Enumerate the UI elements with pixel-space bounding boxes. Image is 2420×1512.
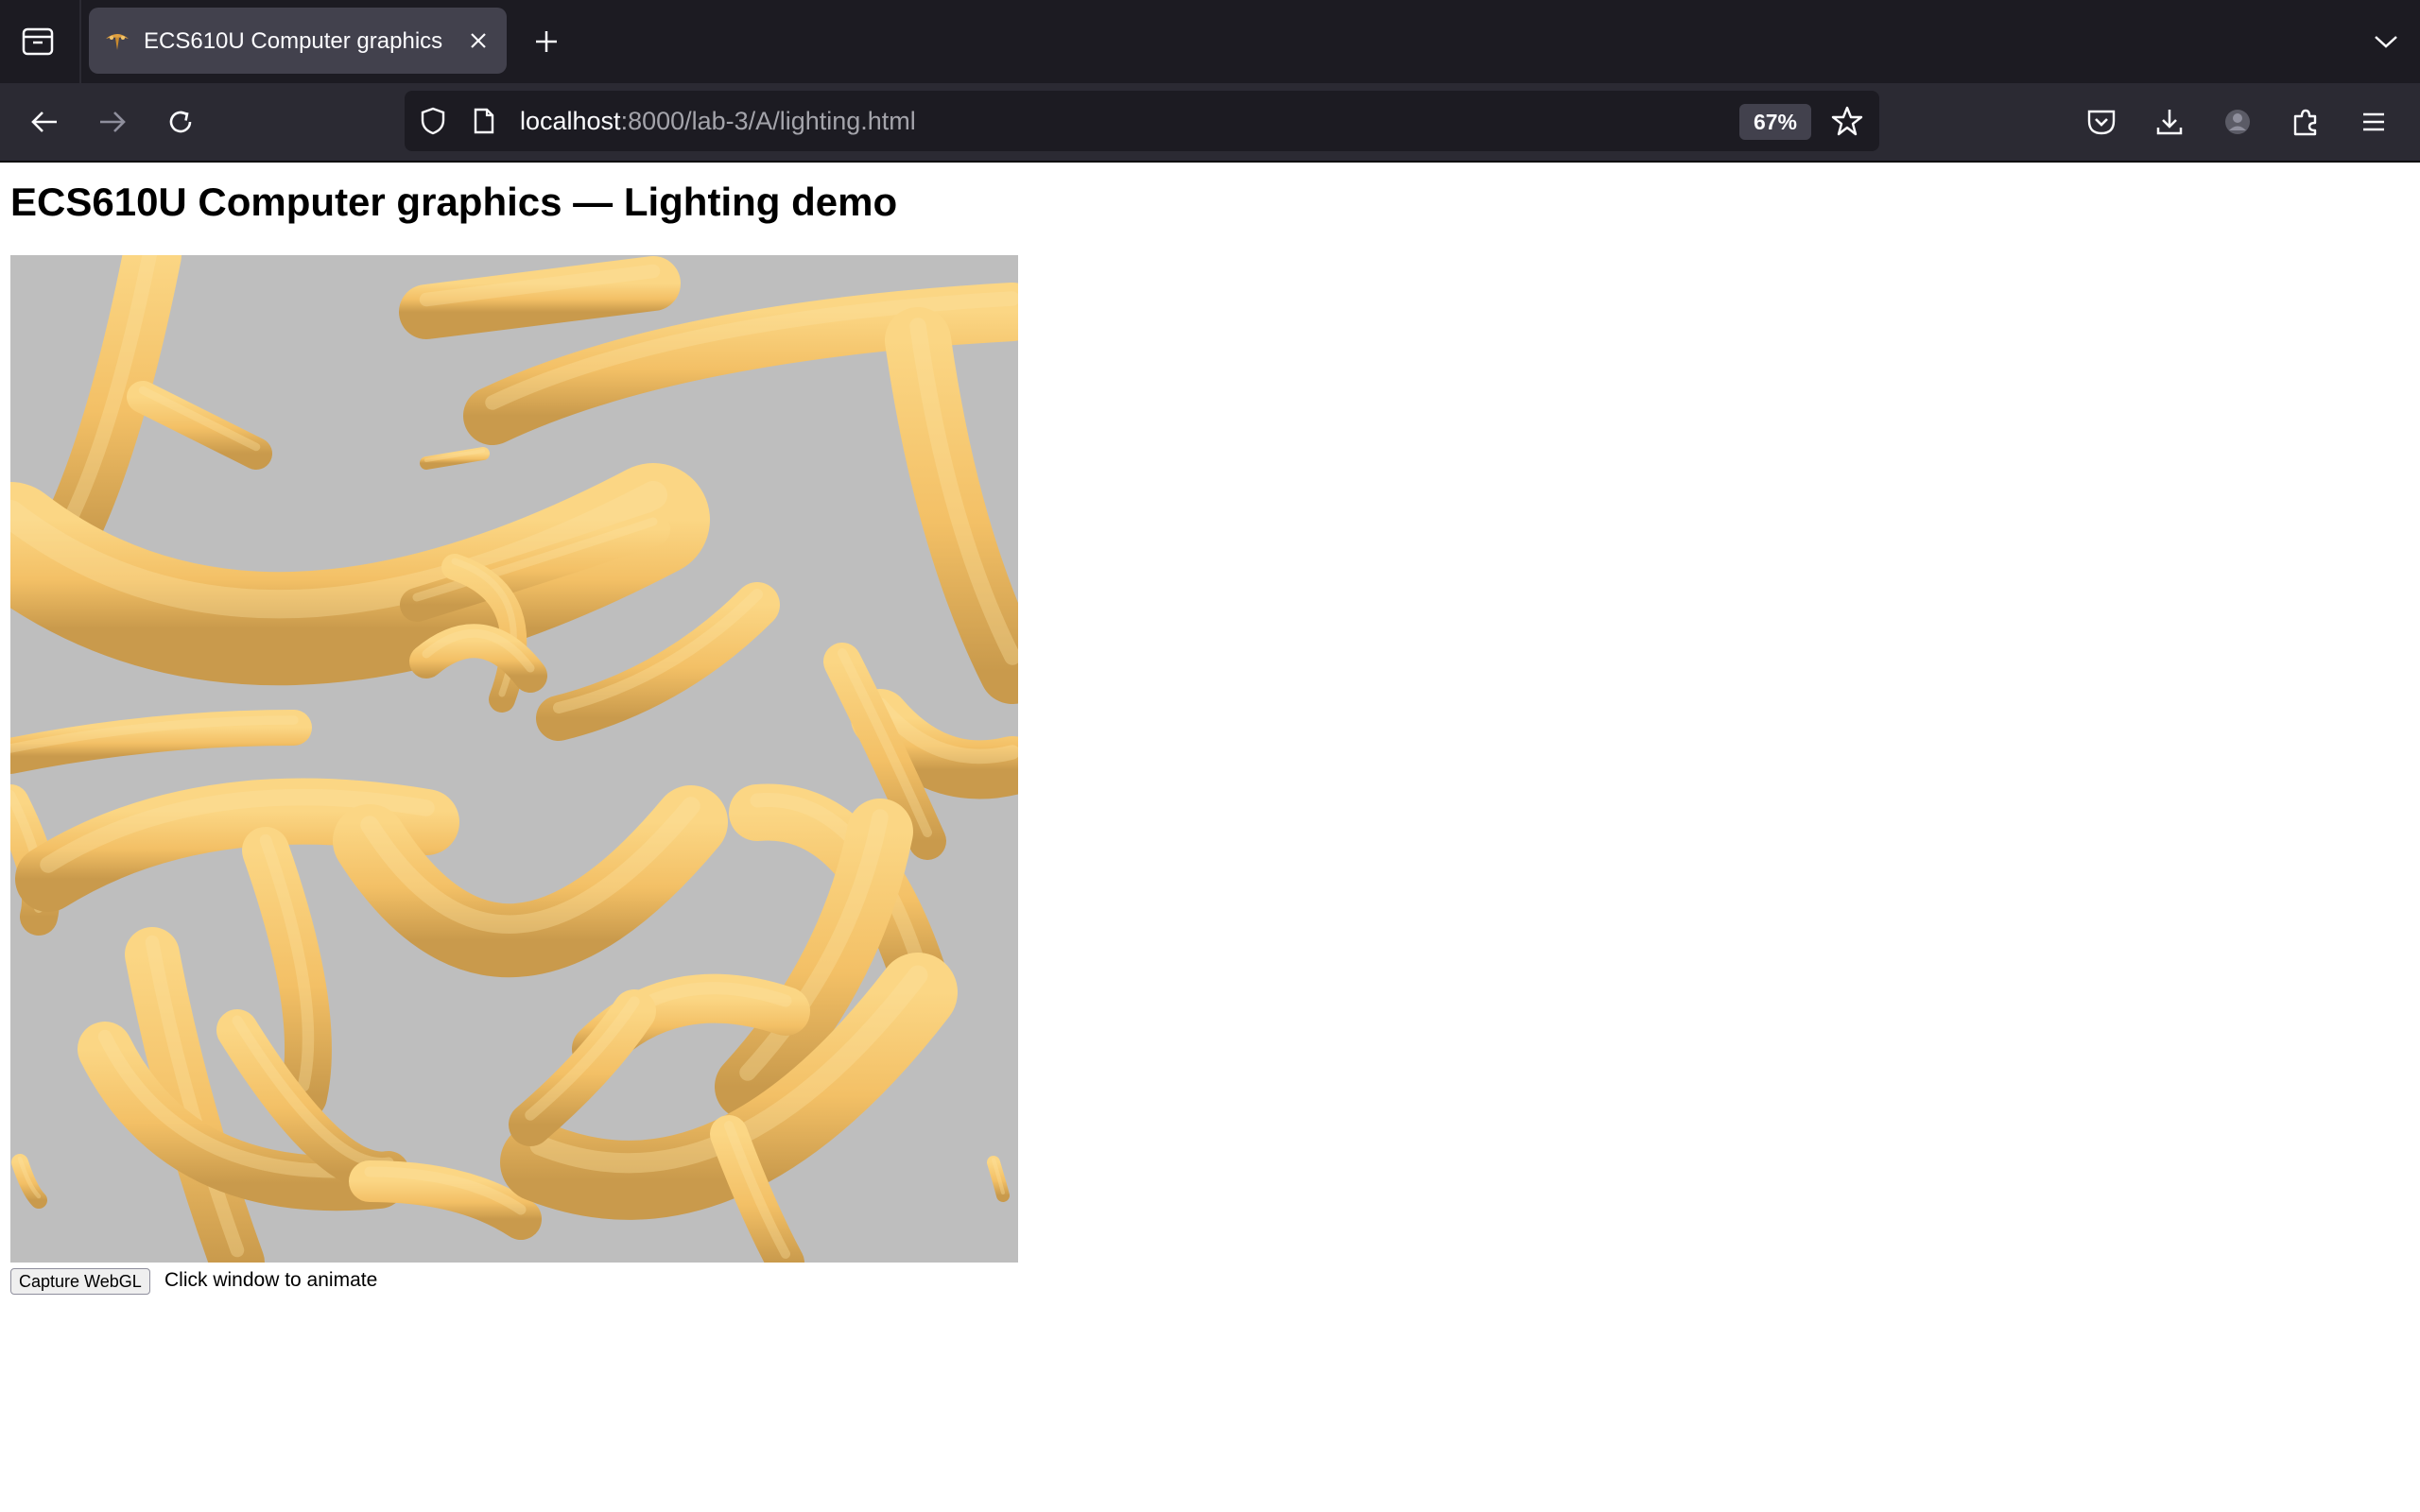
- app-menu-button[interactable]: [2352, 100, 2395, 144]
- url-host: localhost: [520, 107, 621, 135]
- navigation-toolbar: localhost:8000/lab-3/A/lighting.html 67%: [0, 83, 2420, 163]
- list-all-tabs-button[interactable]: [2367, 25, 2405, 59]
- tracking-protection-button[interactable]: [418, 106, 448, 136]
- banana-mesh: [127, 381, 272, 470]
- plus-icon: [536, 31, 557, 52]
- banana-scene: [10, 255, 1018, 1263]
- back-button[interactable]: [23, 100, 66, 144]
- tab-title: ECS610U Computer graphics: [144, 28, 443, 54]
- account-button[interactable]: [2216, 100, 2259, 144]
- tab-separator: [79, 0, 81, 83]
- page-title: ECS610U Computer graphics — Lighting dem…: [10, 180, 898, 224]
- shield-icon: [421, 107, 445, 135]
- star-icon: [1831, 106, 1863, 136]
- reload-icon: [169, 111, 192, 133]
- active-tab[interactable]: ECS610U Computer graphics: [89, 8, 507, 74]
- download-icon: [2156, 110, 2183, 135]
- tab-strip: ECS610U Computer graphics: [0, 0, 2420, 83]
- forward-button[interactable]: [91, 100, 134, 144]
- bookmark-button[interactable]: [1830, 104, 1864, 138]
- extensions-button[interactable]: [2284, 100, 2327, 144]
- site-info-button[interactable]: [471, 106, 497, 136]
- chevron-down-icon: [2375, 36, 2397, 48]
- close-icon: [471, 33, 486, 48]
- firefox-view-icon: [22, 27, 54, 56]
- url-path: :8000/lab-3/A/lighting.html: [620, 107, 916, 135]
- reload-button[interactable]: [159, 100, 202, 144]
- page-icon: [474, 108, 494, 134]
- capture-webgl-button[interactable]: Capture WebGL: [10, 1268, 150, 1295]
- puzzle-icon: [2293, 109, 2317, 136]
- tab-close-button[interactable]: [463, 26, 493, 56]
- account-icon: [2225, 110, 2250, 134]
- animate-hint: Click window to animate: [164, 1269, 378, 1291]
- arrow-left-icon: [31, 112, 57, 132]
- address-bar[interactable]: localhost:8000/lab-3/A/lighting.html 67%: [405, 91, 1879, 151]
- new-tab-button[interactable]: [529, 25, 563, 59]
- pocket-button[interactable]: [2080, 100, 2123, 144]
- webgl-canvas[interactable]: [10, 255, 1018, 1263]
- downloads-button[interactable]: [2148, 100, 2191, 144]
- hamburger-menu-icon: [2363, 112, 2384, 131]
- tab-favicon-icon: [106, 34, 129, 50]
- zoom-indicator[interactable]: 67%: [1739, 104, 1811, 140]
- pocket-icon: [2087, 110, 2116, 135]
- url-text[interactable]: localhost:8000/lab-3/A/lighting.html: [520, 107, 916, 136]
- arrow-right-icon: [100, 112, 126, 132]
- firefox-view-button[interactable]: [13, 19, 62, 64]
